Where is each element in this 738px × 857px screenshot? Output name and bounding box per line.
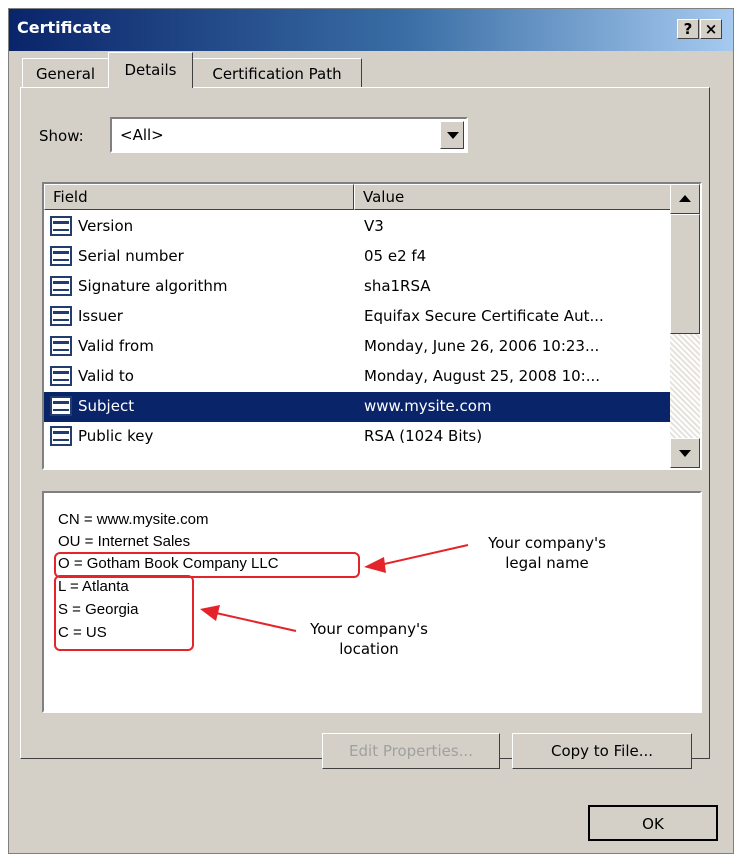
column-header-field[interactable]: Field <box>44 184 354 210</box>
scrollbar-thumb[interactable] <box>670 214 700 334</box>
row-value: 05 e2 f4 <box>364 247 427 265</box>
chevron-up-icon <box>679 195 691 202</box>
annotation-arrows <box>200 544 469 632</box>
row-field: Issuer <box>78 307 123 325</box>
list-row-signature-algorithm[interactable]: Signature algorithm sha1RSA <box>44 272 670 302</box>
list-row-valid-from[interactable]: Valid from Monday, June 26, 2006 10:23..… <box>44 332 670 362</box>
window-title: Certificate <box>17 18 112 37</box>
show-dropdown[interactable]: <All> <box>110 117 468 153</box>
show-dropdown-value: <All> <box>120 126 164 144</box>
row-field: Valid from <box>78 337 154 355</box>
list-row-version[interactable]: Version V3 <box>44 212 670 242</box>
list-row-issuer[interactable]: Issuer Equifax Secure Certificate Aut... <box>44 302 670 332</box>
list-row-serial-number[interactable]: Serial number 05 e2 f4 <box>44 242 670 272</box>
tab-details[interactable]: Details <box>108 52 193 88</box>
list-row-public-key[interactable]: Public key RSA (1024 Bits) <box>44 422 670 452</box>
copy-to-file-button[interactable]: Copy to File... <box>512 733 692 769</box>
row-value: V3 <box>364 217 384 235</box>
certificate-field-icon <box>50 276 72 296</box>
certificate-field-icon <box>50 336 72 356</box>
row-field: Subject <box>78 397 135 415</box>
edit-properties-button[interactable]: Edit Properties... <box>322 733 500 769</box>
field-details-textarea[interactable]: CN = www.mysite.com OU = Internet Sales … <box>42 491 702 713</box>
list-row-valid-to[interactable]: Valid to Monday, August 25, 2008 10:... <box>44 362 670 392</box>
row-value: RSA (1024 Bits) <box>364 427 483 445</box>
dropdown-arrow-button[interactable] <box>440 121 464 149</box>
row-field: Signature algorithm <box>78 277 228 295</box>
row-value: www.mysite.com <box>364 397 492 415</box>
row-field: Public key <box>78 427 154 445</box>
vertical-scrollbar[interactable] <box>670 184 700 468</box>
row-value: Monday, August 25, 2008 10:... <box>364 367 601 385</box>
tab-certification-path[interactable]: Certification Path <box>192 58 362 88</box>
help-button[interactable]: ? <box>677 19 699 39</box>
certificate-field-icon <box>50 396 72 416</box>
row-value: Monday, June 26, 2006 10:23... <box>364 337 600 355</box>
certificate-field-icon <box>50 366 72 386</box>
close-button[interactable]: × <box>700 19 722 39</box>
list-row-subject[interactable]: Subject www.mysite.com <box>44 392 670 422</box>
row-value: sha1RSA <box>364 277 431 295</box>
scroll-down-button[interactable] <box>670 438 700 468</box>
location-arrow-head <box>200 605 220 621</box>
tab-general[interactable]: General <box>22 58 109 88</box>
location-arrow-line <box>215 612 297 632</box>
certificate-field-icon <box>50 246 72 266</box>
row-field: Version <box>78 217 134 235</box>
legal-name-arrow-line <box>379 544 469 566</box>
scroll-up-button[interactable] <box>670 184 700 214</box>
show-label: Show: <box>39 127 84 145</box>
chevron-down-icon <box>679 450 691 457</box>
title-bar: Certificate ? × <box>9 9 733 51</box>
certificate-field-icon <box>50 216 72 236</box>
row-value: Equifax Secure Certificate Aut... <box>364 307 604 325</box>
column-header-value[interactable]: Value <box>354 184 672 210</box>
row-field: Valid to <box>78 367 134 385</box>
certificate-field-icon <box>50 426 72 446</box>
legal-name-arrow-head <box>364 557 386 573</box>
ok-button[interactable]: OK <box>588 805 718 841</box>
row-field: Serial number <box>78 247 184 265</box>
certificate-field-icon <box>50 306 72 326</box>
chevron-down-icon <box>447 132 459 139</box>
field-list[interactable]: Field Value Version V3 Serial number 05 … <box>42 182 702 470</box>
